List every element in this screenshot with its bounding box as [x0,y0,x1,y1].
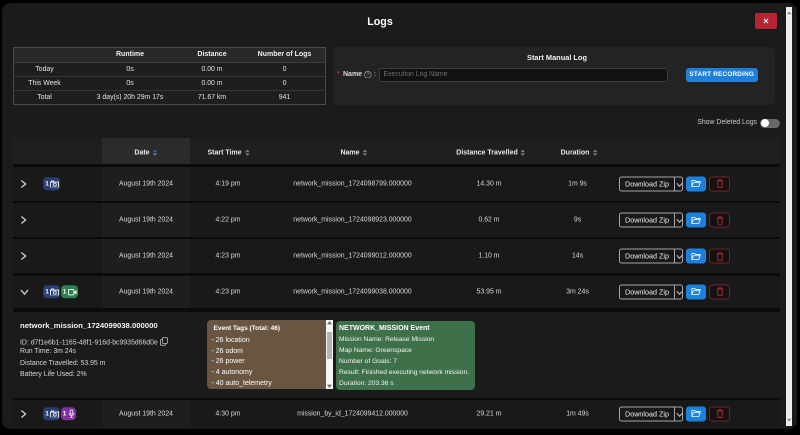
svg-text:?: ? [366,72,369,78]
